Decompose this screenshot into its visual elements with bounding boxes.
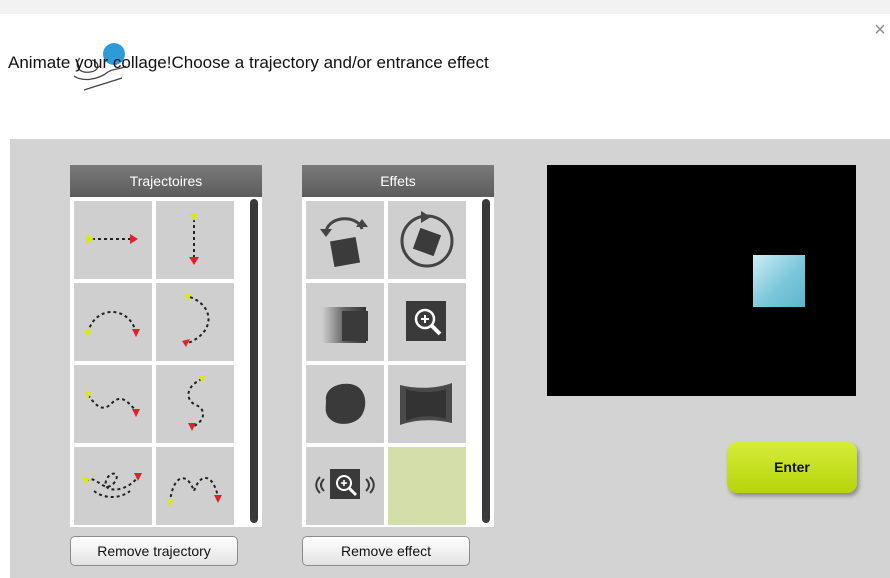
- trajectory-loop[interactable]: [74, 447, 152, 525]
- preview-object: [753, 255, 805, 307]
- effects-scrollbar[interactable]: [482, 199, 490, 523]
- top-band: [0, 0, 890, 14]
- arc-trajectory-icon: [84, 311, 140, 337]
- trajectories-title: Trajectoires: [70, 165, 262, 197]
- effect-zoom-in[interactable]: [388, 283, 466, 361]
- effect-zoom-shake[interactable]: [306, 447, 384, 525]
- trajectory-bounce[interactable]: [156, 447, 234, 525]
- effect-none-selected[interactable]: [388, 447, 466, 525]
- effects-title: Effets: [302, 165, 494, 197]
- rotate-effect-icon: [400, 211, 454, 268]
- close-icon[interactable]: ×: [868, 18, 890, 42]
- logo-icon: [73, 43, 127, 91]
- trajectory-arc[interactable]: [74, 283, 152, 361]
- effect-rotate[interactable]: [388, 201, 466, 279]
- trajectory-s-curve[interactable]: [156, 365, 234, 443]
- distort-effect-icon: [400, 383, 452, 425]
- header-title: Animate your collage!Choose a trajectory…: [8, 53, 489, 72]
- wave-trajectory-icon: [84, 391, 140, 417]
- bounce-trajectory-icon: [166, 476, 222, 507]
- remove-trajectory-button[interactable]: Remove trajectory: [70, 536, 238, 566]
- zoom-shake-effect-icon: [315, 469, 375, 499]
- remove-effect-button[interactable]: Remove effect: [302, 536, 470, 566]
- effect-flip[interactable]: [306, 201, 384, 279]
- vertical-arrow-trajectory-icon: [189, 213, 199, 265]
- effect-distort[interactable]: [388, 365, 466, 443]
- horizontal-arrow-trajectory-icon: [86, 234, 138, 244]
- circle-morph-effect-icon: [325, 383, 366, 424]
- curve-trajectory-icon: [182, 293, 210, 347]
- trajectory-vertical[interactable]: [156, 201, 234, 279]
- enter-button[interactable]: Enter: [727, 442, 857, 493]
- animation-preview: [547, 165, 856, 396]
- zoom-in-effect-icon: [406, 301, 446, 341]
- flip-effect-icon: [320, 217, 368, 268]
- effect-blur-box[interactable]: [306, 283, 384, 361]
- trajectory-curve[interactable]: [156, 283, 234, 361]
- trajectories-scrollbar[interactable]: [250, 199, 258, 523]
- s-curve-trajectory-icon: [187, 375, 206, 431]
- blur-box-effect-icon: [322, 307, 368, 343]
- loop-trajectory-icon: [82, 472, 142, 498]
- effect-circle-morph[interactable]: [306, 365, 384, 443]
- trajectory-horizontal[interactable]: [74, 201, 152, 279]
- trajectory-wave[interactable]: [74, 365, 152, 443]
